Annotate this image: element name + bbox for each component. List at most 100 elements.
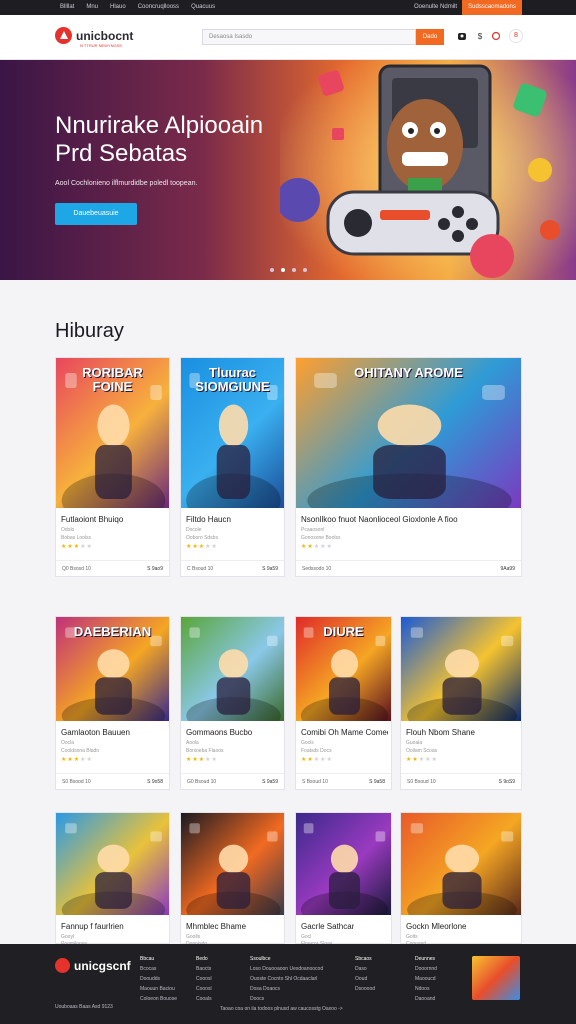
- game-card[interactable]: Mhmblec BhameGoollsDonnisdo: [180, 812, 285, 947]
- price[interactable]: S 9o58: [147, 779, 163, 785]
- game-card[interactable]: DAEBERIAN Gamlaoton Bauuen Oocla Cooldsona …: [55, 616, 170, 790]
- search-button[interactable]: Dado: [416, 29, 444, 45]
- footer-link[interactable]: Maooucd: [415, 976, 437, 982]
- top-nav-item[interactable]: Mnu: [86, 4, 98, 10]
- footer-link[interactable]: Dosa Doaocs: [250, 986, 323, 992]
- game-thumbnail[interactable]: DAEBERIAN: [56, 617, 169, 721]
- game-card[interactable]: Gacrle SathcarGoclFlowcor Sloas: [295, 812, 392, 947]
- game-title[interactable]: Comibi Oh Mame Comee: [301, 728, 388, 737]
- footer-logo-text: unicgscnf: [74, 958, 131, 973]
- game-thumbnail[interactable]: OHITANY AROME: [296, 358, 521, 508]
- game-title[interactable]: Fannup f faurlrien: [61, 922, 124, 931]
- game-title[interactable]: Nsonllkoo fnuot Naonlioceol Gioxlonle A …: [301, 515, 458, 524]
- game-title[interactable]: Gacrle Sathcar: [301, 922, 354, 931]
- game-card[interactable]: Flouh Nbom Shane Guoala Oollam Scoas ★★★★★ S…: [400, 616, 522, 790]
- game-thumbnail[interactable]: [56, 813, 169, 915]
- price[interactable]: S 9a59: [262, 566, 278, 572]
- footer-heading: Bedo: [196, 956, 208, 962]
- carousel-dot[interactable]: [303, 268, 307, 272]
- rating-stars: ★★★★★: [61, 757, 93, 763]
- footer-link[interactable]: Loso Douooaoon Uesdoanoocod: [250, 966, 323, 972]
- footer-link[interactable]: Cooals: [196, 996, 212, 1002]
- currency-icon[interactable]: $: [474, 31, 486, 43]
- game-thumbnail[interactable]: Tluurac SIOMGIUNE: [181, 358, 284, 508]
- price[interactable]: 9Aa99: [501, 566, 515, 572]
- game-thumbnail[interactable]: [181, 813, 284, 915]
- footer-link[interactable]: Ndoos: [415, 986, 437, 992]
- hero-cta-button[interactable]: Dauebeuasuie: [55, 203, 137, 225]
- game-card[interactable]: DIURE Comibi Oh Mame Comee Gocls Foatsds Do…: [295, 616, 392, 790]
- game-title[interactable]: Mhmblec Bhame: [186, 922, 246, 931]
- footer-link[interactable]: Ooud: [355, 976, 375, 982]
- top-nav-item[interactable]: Cooncruqllooss: [138, 4, 179, 10]
- game-meta: Bonioeba Flaoos: [186, 748, 224, 754]
- game-card[interactable]: Gockn MleorloneGoltsCoonsnd: [400, 812, 522, 947]
- site-footer: unicgscnf Bbcau Bcocas Dooudds Maouun Ba…: [0, 944, 576, 1024]
- game-title[interactable]: Filtdo Haucn: [186, 515, 231, 524]
- game-card[interactable]: Tluurac SIOMGIUNE Filtdo Haucn Docole Oobor…: [180, 357, 285, 577]
- footer-link[interactable]: Cooosl: [196, 986, 212, 992]
- footer-link[interactable]: Cooosl: [196, 976, 212, 982]
- footer-link[interactable]: Ouoste Cocnto Shl Ocdaaclarl: [250, 976, 323, 982]
- footer-column: Sbcaos Daso Ooud Dsooood: [355, 956, 375, 996]
- footer-link[interactable]: Maouun Baciou: [140, 986, 177, 992]
- price[interactable]: S 9a59: [262, 779, 278, 785]
- top-nav-item[interactable]: Quacuus: [191, 4, 215, 10]
- game-card[interactable]: RORIBAR FOINE Futlaoiont Bhuiqo Odolo Bobas…: [55, 357, 170, 577]
- game-thumbnail[interactable]: [401, 813, 521, 915]
- game-card[interactable]: Gommaons Bucbo Aoola Bonioeba Flaoos ★★★★★ G…: [180, 616, 285, 790]
- game-title[interactable]: Futlaoiont Bhuiqo: [61, 515, 123, 524]
- game-card[interactable]: OHITANY AROME Nsonllkoo fnuot Naonlioceol…: [295, 357, 522, 577]
- footer-promo-image[interactable]: [472, 956, 520, 1000]
- user-icon[interactable]: [456, 31, 468, 43]
- carousel-dot[interactable]: [281, 268, 285, 272]
- terms-link[interactable]: Taoao coa on ila todoos plnusd aw caucos…: [220, 1006, 343, 1012]
- footer-link[interactable]: Dooornnd: [415, 966, 437, 972]
- game-thumbnail[interactable]: [181, 617, 284, 721]
- rating-stars: ★★★★★: [186, 544, 218, 550]
- game-art: [407, 627, 517, 721]
- search-input[interactable]: Desaosa Isasdo: [202, 29, 416, 45]
- footer-link[interactable]: Coloeon Bouose: [140, 996, 177, 1002]
- site-logo[interactable]: unicbocnt: [55, 27, 133, 44]
- game-art: [186, 823, 281, 915]
- card-footer-info: Sedssodo 10: [302, 566, 332, 572]
- carousel-dots: [270, 268, 307, 272]
- card-footer: Sedssodo 10 9Aa99: [296, 560, 521, 576]
- price[interactable]: S 9oS9: [499, 779, 515, 785]
- game-thumbnail[interactable]: RORIBAR FOINE: [56, 358, 169, 508]
- top-nav-item[interactable]: Bllllat: [60, 4, 74, 10]
- game-meta: Gooyl: [61, 934, 75, 940]
- game-title[interactable]: Flouh Nbom Shane: [406, 728, 475, 737]
- card-footer-info: G0 Bsoud 10: [187, 779, 217, 785]
- card-footer-info: S Bsoud 10: [302, 779, 328, 785]
- game-thumbnail[interactable]: [401, 617, 521, 721]
- footer-link[interactable]: Daso: [355, 966, 375, 972]
- game-thumbnail[interactable]: [296, 813, 391, 915]
- top-nav-item[interactable]: Hlauo: [110, 4, 126, 10]
- footer-heading: Ssoulbce: [250, 956, 271, 962]
- hero-banner: Nnurirake Alpiooain Prd Sebatas Aool Coc…: [0, 60, 576, 280]
- footer-link[interactable]: Baocts: [196, 966, 212, 972]
- footer-link[interactable]: Bcocas: [140, 966, 177, 972]
- language-icon[interactable]: [490, 31, 502, 43]
- game-title[interactable]: Gockn Mleorlone: [406, 922, 466, 931]
- price[interactable]: S 9ao9: [147, 566, 163, 572]
- game-title[interactable]: Gamlaoton Bauuen: [61, 728, 130, 737]
- signup-button[interactable]: Sudsscaomadons: [462, 0, 522, 15]
- game-meta: Aoola: [186, 740, 199, 746]
- game-meta: Bobas Loolss: [61, 535, 92, 541]
- cart-icon[interactable]: 8: [509, 29, 523, 43]
- game-title[interactable]: Gommaons Bucbo: [186, 728, 252, 737]
- game-thumbnail[interactable]: DIURE: [296, 617, 391, 721]
- price[interactable]: S 9a58: [369, 779, 385, 785]
- carousel-dot[interactable]: [270, 268, 274, 272]
- footer-link[interactable]: Doocs: [250, 996, 323, 1002]
- carousel-dot[interactable]: [292, 268, 296, 272]
- footer-link[interactable]: Dooudds: [140, 976, 177, 982]
- login-link[interactable]: Ooenulte Ndmilt: [414, 4, 457, 10]
- footer-link[interactable]: Dsooood: [355, 986, 375, 992]
- footer-logo[interactable]: unicgscnf: [55, 958, 131, 973]
- footer-link[interactable]: Daooand: [415, 996, 437, 1002]
- game-card[interactable]: Fannup f faurlrienGooylPoomilonas: [55, 812, 170, 947]
